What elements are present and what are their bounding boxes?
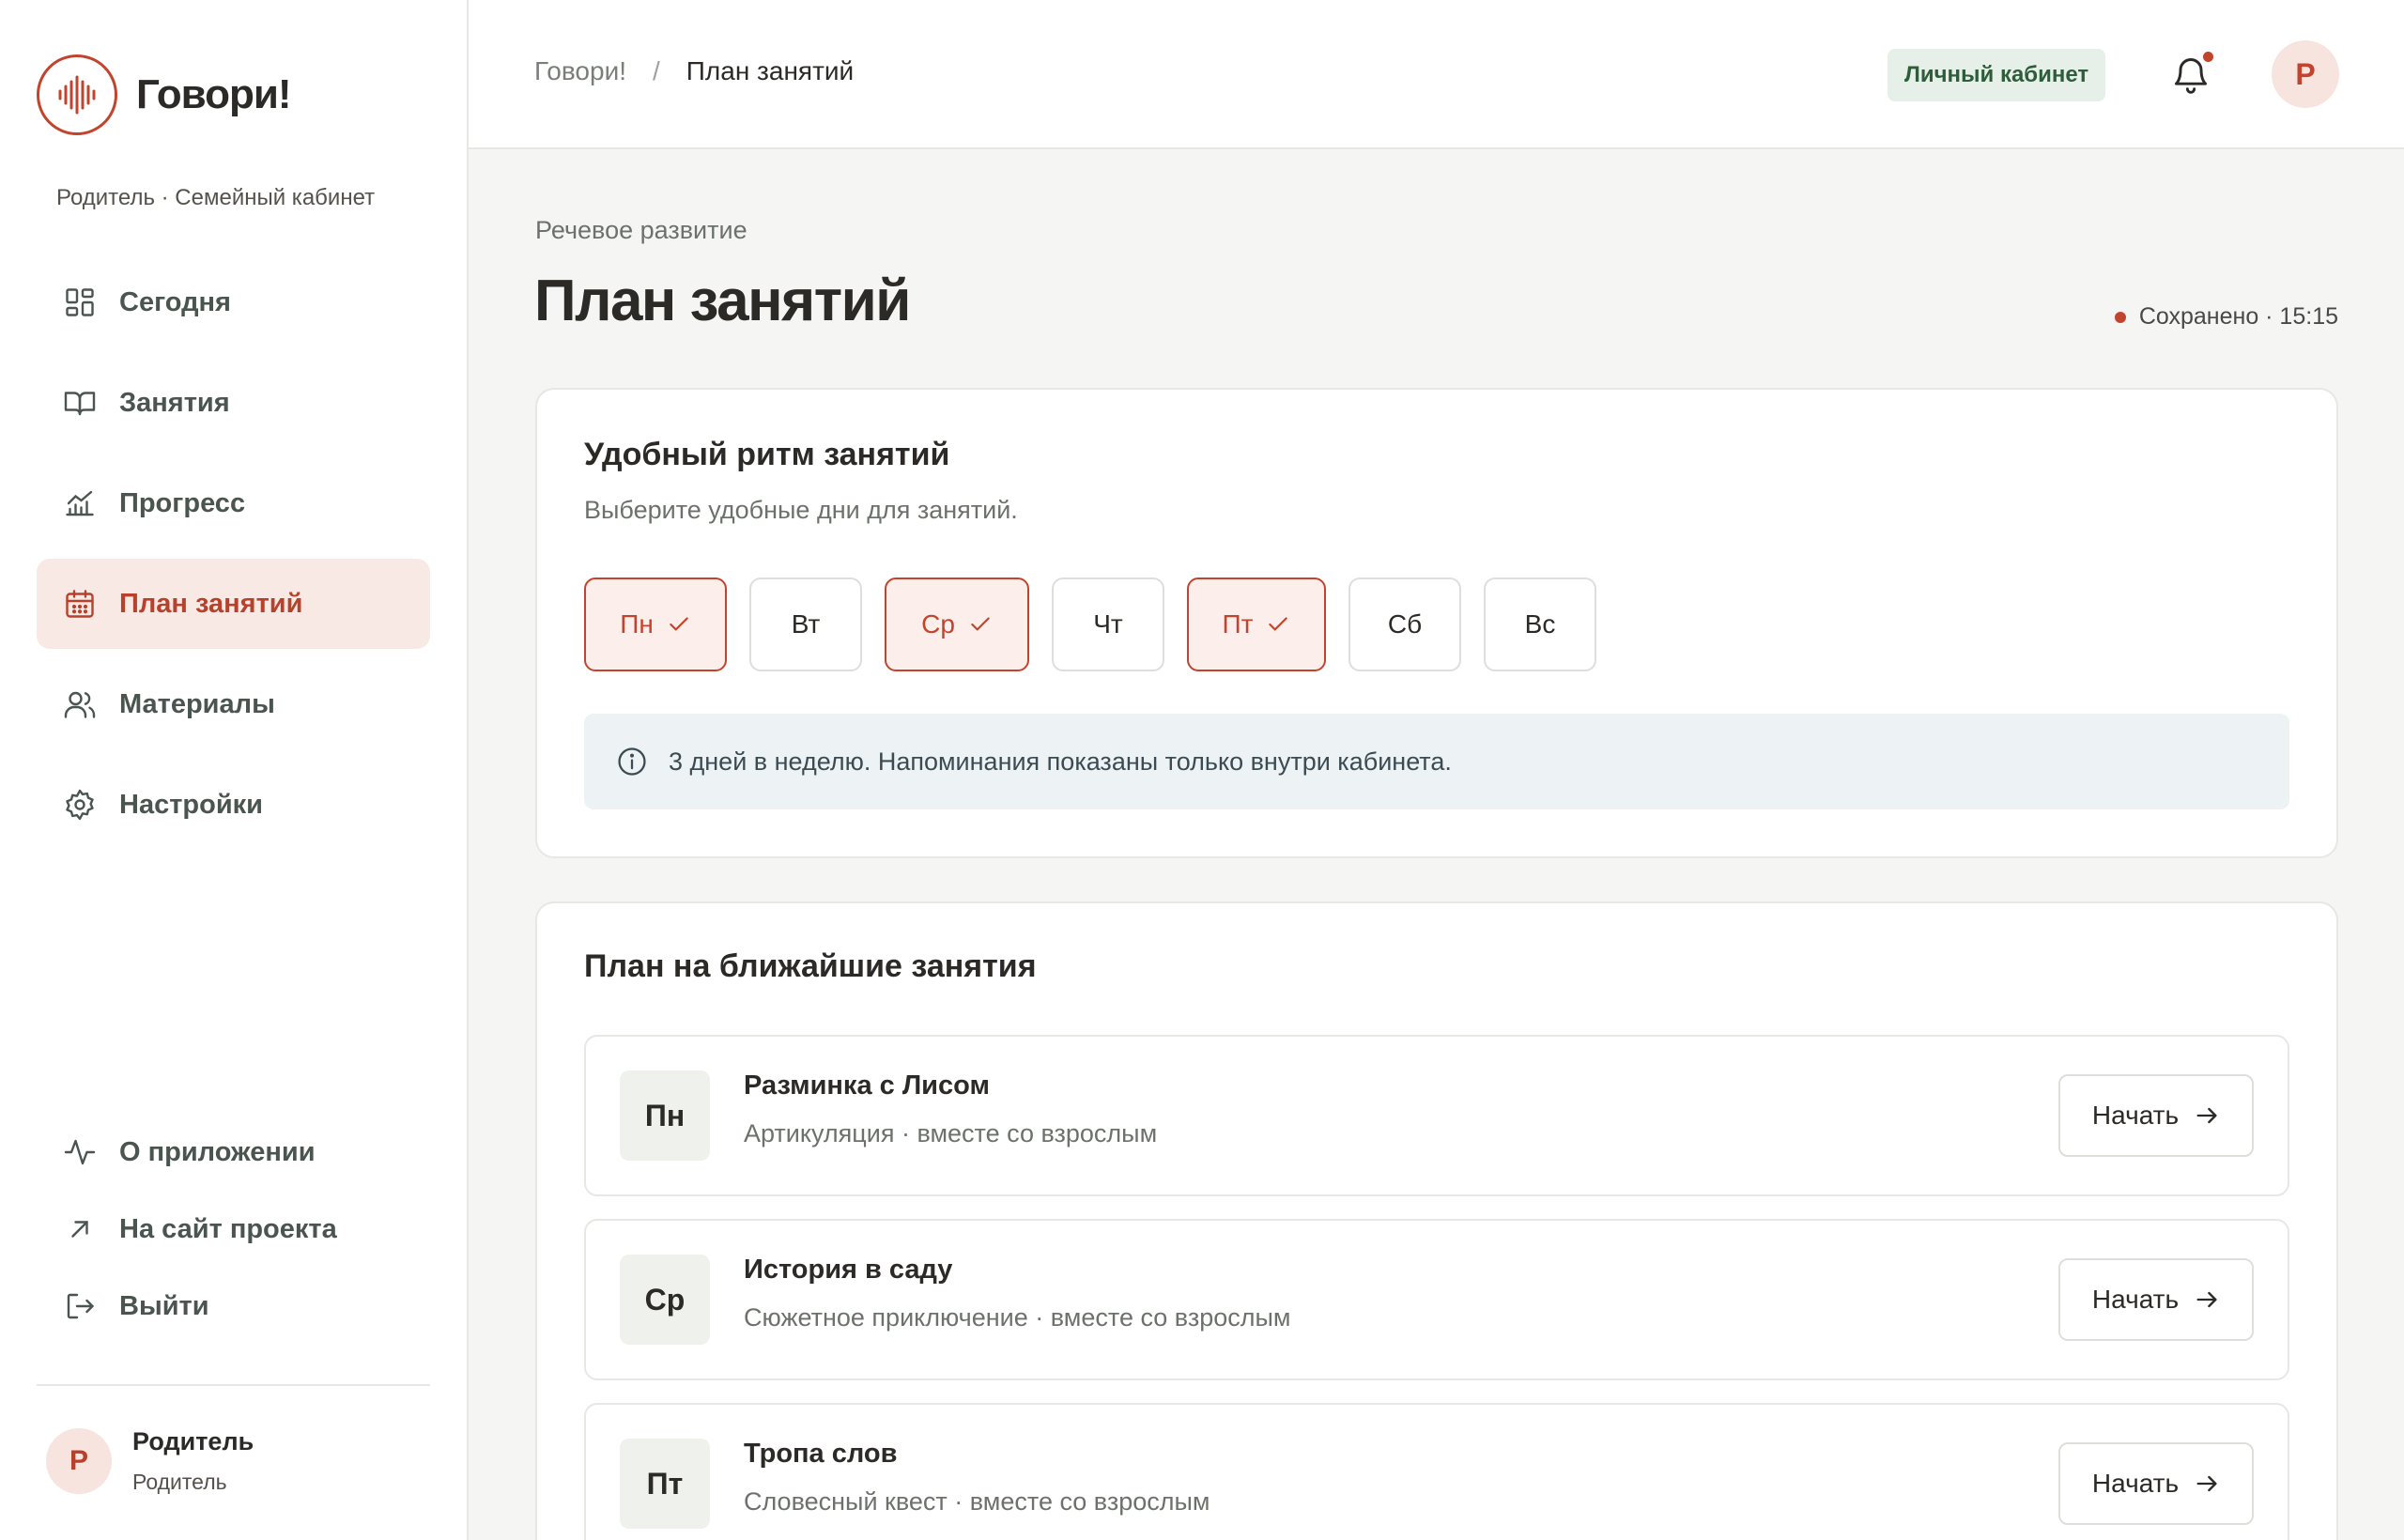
breadcrumb-separator: / xyxy=(653,56,660,85)
day-toggle-mon[interactable]: Пн xyxy=(584,578,727,671)
sidebar-item-label: Настройки xyxy=(119,789,264,820)
grid-icon xyxy=(66,288,94,316)
avatar[interactable]: Р xyxy=(2272,40,2339,108)
personal-cabinet-button[interactable]: Личный кабинет xyxy=(1888,49,2106,101)
sidebar-item-about[interactable]: О приложении xyxy=(37,1119,430,1185)
rhythm-subtitle: Выберите удобные дни для занятий. xyxy=(584,496,1018,524)
external-arrow-icon xyxy=(71,1221,88,1238)
app-logo[interactable]: Говори! xyxy=(37,54,292,135)
day-toggle-thu[interactable]: Чт xyxy=(1052,578,1164,671)
page-title: План занятий xyxy=(534,269,911,333)
sidebar-item-logout[interactable]: Выйти xyxy=(37,1273,430,1339)
rhythm-card: Удобный ритм занятий Выберите удобные дн… xyxy=(535,388,2338,858)
status-dot xyxy=(2114,311,2126,323)
top-bar: Говори! / План занятий Личный кабинет Р xyxy=(469,0,2404,149)
lesson-title: История в саду xyxy=(744,1255,953,1285)
sidebar-item-label: Занятия xyxy=(119,387,230,418)
avatar: Р xyxy=(46,1428,112,1494)
day-label: Вс xyxy=(1524,609,1556,639)
check-icon xyxy=(971,617,990,631)
day-toggle-wed[interactable]: Ср xyxy=(885,578,1029,671)
start-button[interactable]: Начать xyxy=(2058,1442,2254,1525)
sidebar-item-materials[interactable]: Материалы xyxy=(37,659,430,749)
day-label: Вт xyxy=(791,609,821,639)
sidebar-item-plan[interactable]: План занятий xyxy=(37,559,430,649)
day-toggle-sat[interactable]: Сб xyxy=(1348,578,1461,671)
sidebar: Говори! Родитель · Семейный кабинет Сего… xyxy=(0,0,469,1540)
info-icon xyxy=(618,747,646,776)
role-line: Родитель · Семейный кабинет xyxy=(56,185,376,210)
user-card[interactable]: Р Родитель Родитель xyxy=(46,1427,254,1495)
sidebar-item-label: Прогресс xyxy=(119,487,246,518)
user-role: Родитель xyxy=(132,1470,227,1494)
sidebar-nav: Сегодня Занятия Прогресс План занятий Ма… xyxy=(37,257,430,860)
sidebar-divider xyxy=(37,1384,430,1386)
day-picker: Пн Вт Ср Чт Пт Сб Вс xyxy=(584,578,1619,671)
sidebar-item-label: Материалы xyxy=(119,688,275,719)
check-icon xyxy=(1269,617,1288,631)
lesson-subtitle: Сюжетное приключение · вместе со взрослы… xyxy=(744,1303,1291,1332)
lesson-row: Пт Тропа слов Словесный квест · вместе с… xyxy=(584,1403,2289,1540)
start-button-label: Начать xyxy=(2091,1285,2180,1314)
breadcrumb-root[interactable]: Говори! xyxy=(534,56,626,86)
breadcrumb-current: План занятий xyxy=(686,56,855,85)
sidebar-item-label: Сегодня xyxy=(119,286,231,317)
sidebar-item-settings[interactable]: Настройки xyxy=(37,760,430,850)
plan-card: План на ближайшие занятия Пн Разминка с … xyxy=(535,901,2338,1540)
start-button[interactable]: Начать xyxy=(2058,1074,2254,1157)
sidebar-item-label: На сайт проекта xyxy=(119,1213,337,1244)
lesson-subtitle: Словесный квест · вместе со взрослым xyxy=(744,1487,1210,1516)
lesson-day-badge: Пт xyxy=(620,1439,710,1529)
sidebar-item-lessons[interactable]: Занятия xyxy=(37,358,430,448)
lesson-row: Ср История в саду Сюжетное приключение ·… xyxy=(584,1219,2289,1380)
arrow-right-icon xyxy=(2196,1291,2217,1308)
start-button-label: Начать xyxy=(2091,1101,2180,1130)
day-label: Пн xyxy=(620,609,654,639)
day-label: Ср xyxy=(921,609,955,639)
sidebar-item-project-site[interactable]: На сайт проекта xyxy=(37,1196,430,1262)
info-text: 3 дней в неделю. Напоминания показаны то… xyxy=(669,747,1452,776)
day-toggle-tue[interactable]: Вт xyxy=(749,578,862,671)
gear-icon xyxy=(66,789,94,821)
start-button-label: Начать xyxy=(2091,1469,2180,1498)
lesson-day-badge: Пн xyxy=(620,1070,710,1161)
start-button[interactable]: Начать xyxy=(2058,1258,2254,1341)
plan-title: План на ближайшие занятия xyxy=(584,948,1037,984)
page-eyebrow: Речевое развитие xyxy=(535,216,747,244)
sidebar-item-label: Выйти xyxy=(119,1290,209,1321)
calendar-icon xyxy=(66,590,94,618)
save-status-text: Сохранено · 15:15 xyxy=(2138,303,2338,330)
breadcrumb: Говори! / План занятий xyxy=(534,56,854,86)
pulse-icon xyxy=(64,1139,96,1165)
lesson-title: Разминка с Лисом xyxy=(744,1070,990,1101)
sidebar-item-today[interactable]: Сегодня xyxy=(37,257,430,347)
lesson-row: Пн Разминка с Лисом Артикуляция · вместе… xyxy=(584,1035,2289,1196)
lesson-subtitle: Артикуляция · вместе со взрослым xyxy=(744,1119,1158,1147)
info-banner: 3 дней в неделю. Напоминания показаны то… xyxy=(584,714,2289,809)
chart-icon xyxy=(66,490,94,516)
logout-icon xyxy=(67,1293,94,1319)
arrow-right-icon xyxy=(2196,1475,2217,1492)
arrow-right-icon xyxy=(2196,1107,2217,1124)
user-name: Родитель xyxy=(132,1427,254,1455)
day-label: Сб xyxy=(1387,609,1423,639)
day-label: Чт xyxy=(1093,609,1123,639)
notification-dot xyxy=(2203,52,2213,62)
users-icon xyxy=(64,691,96,718)
day-label: Пт xyxy=(1222,609,1254,639)
sidebar-item-label: О приложении xyxy=(119,1136,316,1167)
book-icon xyxy=(64,392,96,416)
sidebar-secondary-nav: О приложении На сайт проекта Выйти xyxy=(37,1119,430,1350)
check-icon xyxy=(670,617,688,631)
sound-wave-icon xyxy=(37,54,117,135)
day-toggle-sun[interactable]: Вс xyxy=(1484,578,1596,671)
lesson-title: Тропа слов xyxy=(744,1439,898,1469)
sidebar-item-label: План занятий xyxy=(119,588,303,619)
lesson-day-badge: Ср xyxy=(620,1255,710,1345)
save-status: Сохранено · 15:15 xyxy=(2114,303,2338,331)
app-name: Говори! xyxy=(136,71,292,117)
day-toggle-fri[interactable]: Пт xyxy=(1187,578,1326,671)
rhythm-title: Удобный ритм занятий xyxy=(584,437,950,472)
sidebar-item-progress[interactable]: Прогресс xyxy=(37,458,430,548)
